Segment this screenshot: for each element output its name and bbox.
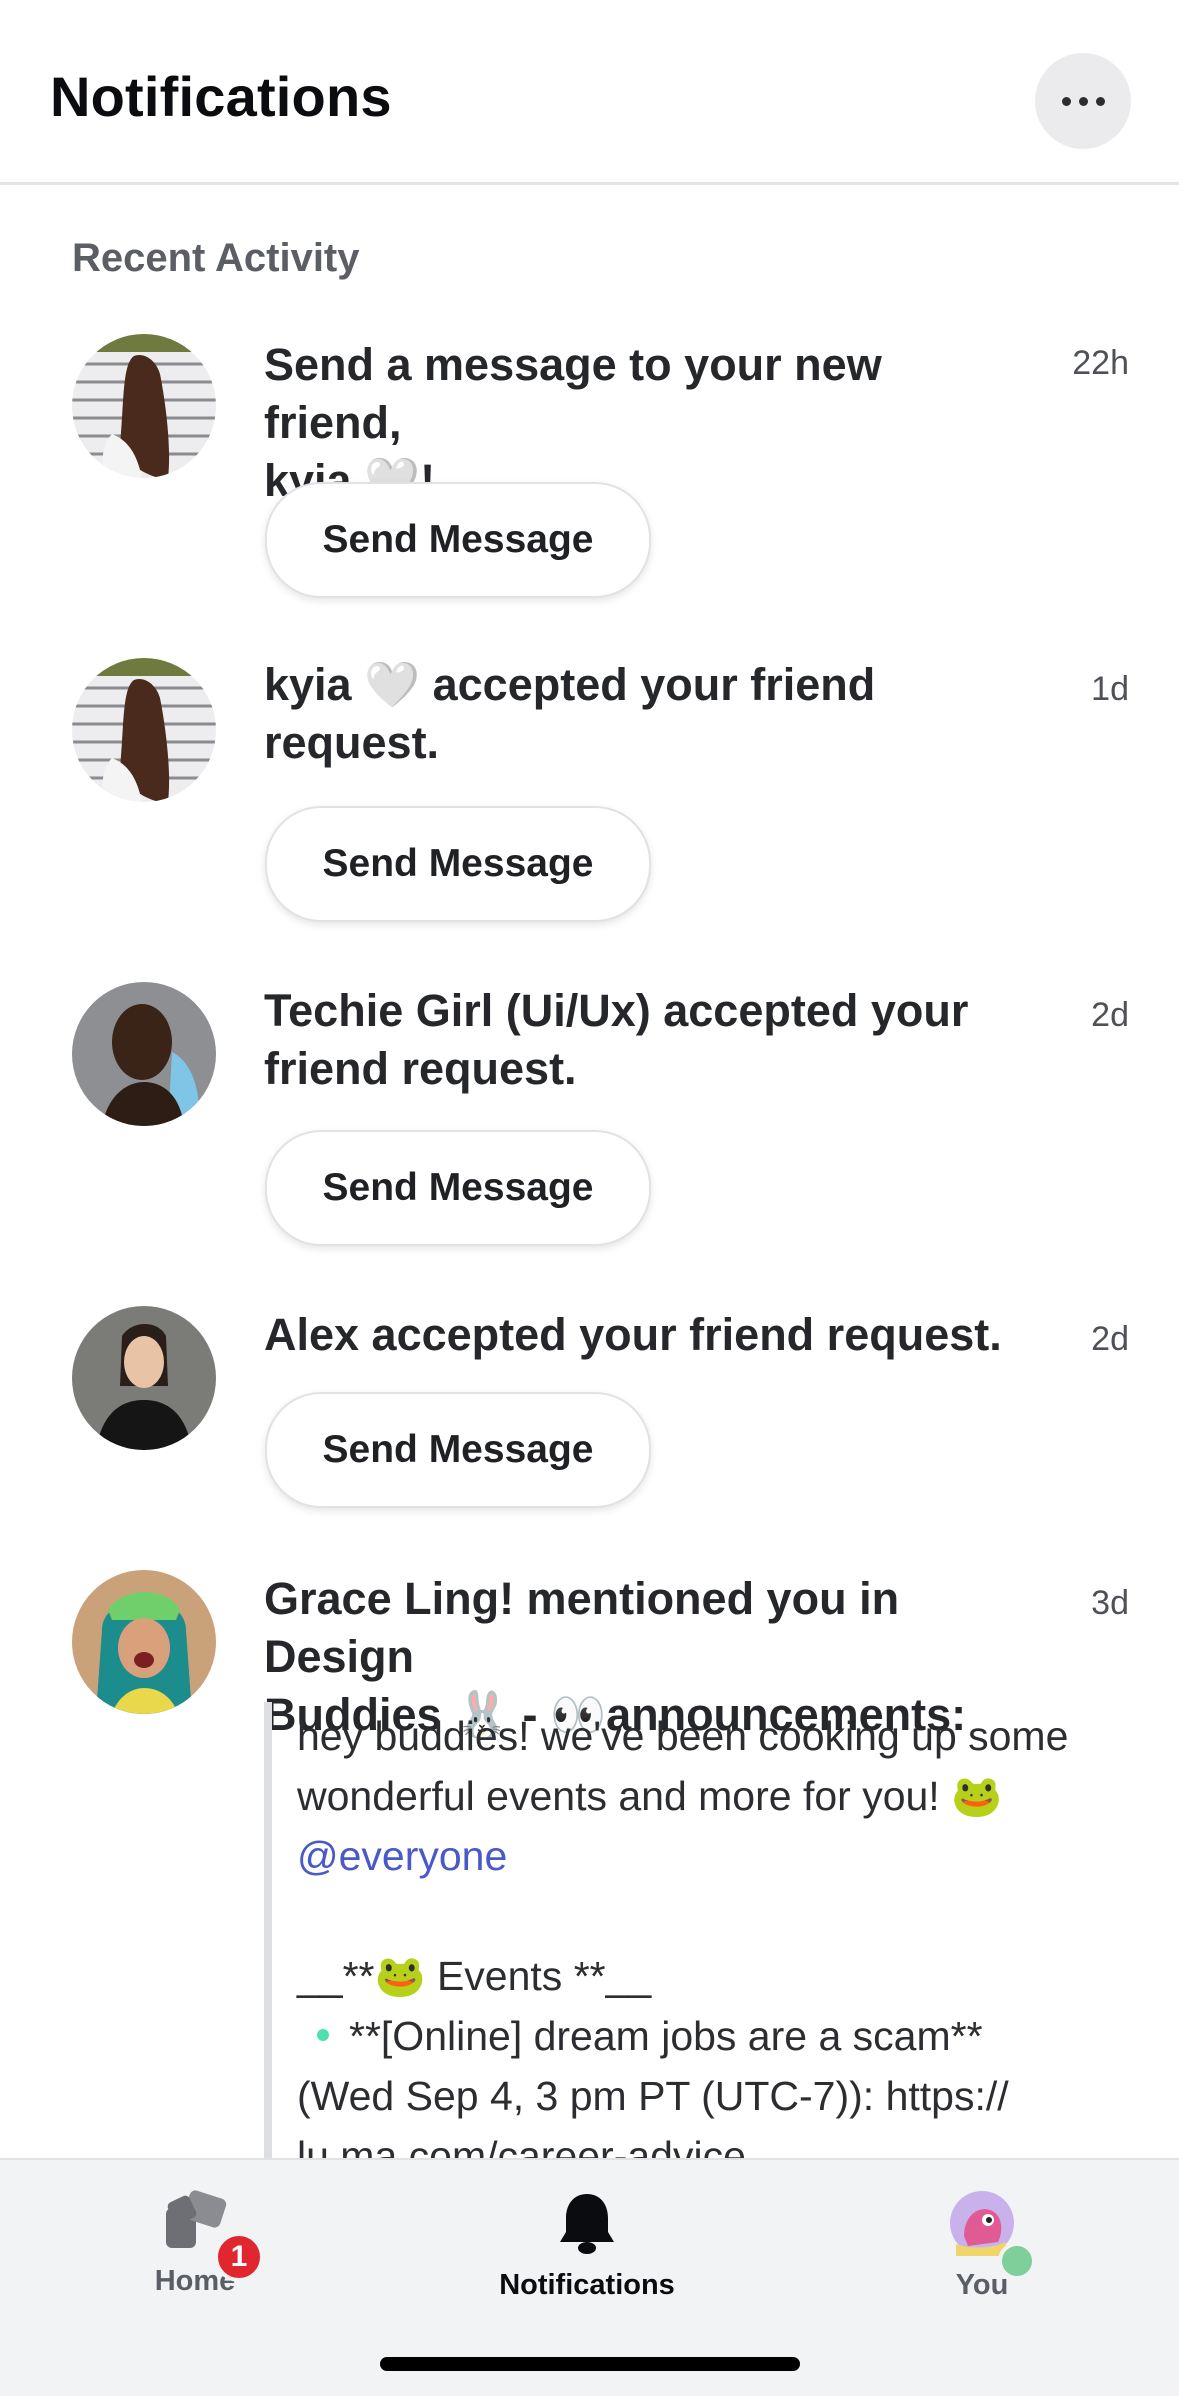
tab-label: Home — [154, 2265, 236, 2297]
avatar[interactable] — [72, 982, 216, 1126]
ellipsis-dot — [1078, 96, 1088, 106]
tab-notifications[interactable]: Notifications — [487, 2190, 687, 2302]
avatar[interactable] — [72, 1570, 216, 1714]
section-heading: Recent Activity — [72, 236, 360, 280]
avatar[interactable] — [72, 334, 216, 478]
send-message-button[interactable]: Send Message — [265, 482, 651, 598]
home-indicator — [380, 2357, 800, 2371]
page-title: Notifications — [50, 65, 392, 128]
notification-time: 1d — [1091, 670, 1129, 708]
tab-label: Notifications — [499, 2269, 675, 2301]
notification-text: Techie Girl (Ui/Ux) accepted your friend… — [264, 982, 1024, 1098]
quote-line: wonderful events and more for you! 🐸 — [297, 1773, 1003, 1819]
ellipsis-dot — [1095, 96, 1105, 106]
notification-text: kyia 🤍 accepted your friend request. — [264, 656, 1024, 772]
notification-text: Alex accepted your friend request. — [264, 1306, 1024, 1364]
mention-everyone[interactable]: @everyone — [297, 1833, 507, 1879]
notification-badge: 1 — [214, 2232, 264, 2282]
ellipsis-icon — [1061, 96, 1071, 106]
notification-text-line: request. — [264, 717, 440, 768]
notification-text-line: Grace Ling! mentioned you in Design — [264, 1573, 900, 1682]
tab-you[interactable]: You — [882, 2190, 1082, 2302]
notification-text-line: kyia 🤍 accepted your friend — [264, 659, 876, 710]
send-message-button[interactable]: Send Message — [265, 806, 651, 922]
avatar[interactable] — [72, 1306, 216, 1450]
notification-text-line: Alex accepted your friend request. — [264, 1309, 1002, 1360]
bell-icon — [560, 2194, 614, 2254]
bullet-icon — [317, 2029, 329, 2042]
send-message-button[interactable]: Send Message — [265, 1130, 651, 1246]
online-status-icon — [998, 2242, 1036, 2280]
notification-text-line: friend request. — [264, 1043, 577, 1094]
notification-text-line: Send a message to your new friend, — [264, 339, 882, 448]
quote-bar — [264, 1702, 272, 2162]
notification-time: 2d — [1091, 1320, 1129, 1358]
avatar[interactable] — [72, 658, 216, 802]
notifications-screen: Notifications Recent Activity Send a mes… — [0, 0, 1179, 2396]
quote-line: (Wed Sep 4, 3 pm PT (UTC-7)): https:// — [297, 2073, 1009, 2119]
message-quote[interactable]: hey buddies! we've been cooking up some … — [297, 1706, 1117, 2186]
quote-blank-line — [297, 1886, 1117, 1946]
quote-line: __**🐸 Events **__ — [297, 1953, 652, 1999]
notification-text-line: Techie Girl (Ui/Ux) accepted your — [264, 985, 969, 1036]
quote-line: hey buddies! we've been cooking up some — [297, 1713, 1069, 1759]
more-options-button[interactable] — [1035, 53, 1131, 149]
quote-line: **[Online] dream jobs are a scam** — [349, 2013, 983, 2059]
notification-time: 3d — [1091, 1584, 1129, 1622]
notification-time: 22h — [1072, 344, 1129, 382]
notification-time: 2d — [1091, 996, 1129, 1034]
send-message-button[interactable]: Send Message — [265, 1392, 651, 1508]
tab-home[interactable]: 1 Home — [95, 2190, 295, 2298]
header: Notifications — [0, 0, 1179, 185]
tab-label: You — [955, 2269, 1009, 2301]
